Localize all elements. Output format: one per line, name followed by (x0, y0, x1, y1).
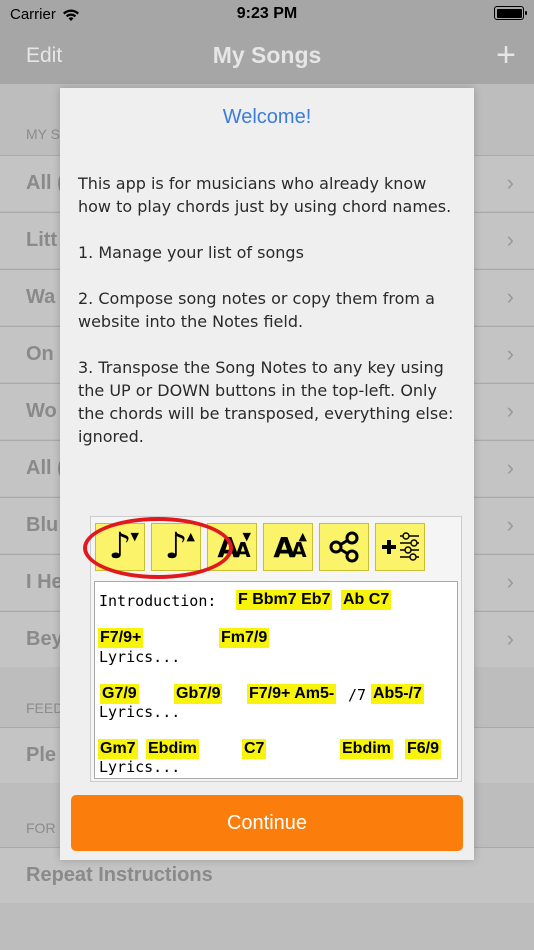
section-header-my-songs: MY S (26, 126, 60, 142)
chord-label: F Bbm7 Eb7 (236, 590, 333, 610)
continue-button[interactable]: Continue (71, 795, 463, 851)
chevron-right-icon: › (506, 626, 514, 651)
chord-label: Fm7/9 (219, 628, 270, 648)
song-title: Wa (26, 286, 56, 308)
chevron-right-icon: › (506, 569, 514, 594)
chevron-right-icon: › (506, 341, 514, 366)
plain-text: /7 (348, 686, 367, 704)
chord-label: Ab C7 (341, 590, 392, 610)
chevron-right-icon: › (506, 284, 514, 309)
chevron-right-icon: › (506, 227, 514, 252)
battery-icon (494, 6, 527, 20)
chevron-right-icon: › (506, 455, 514, 480)
chord-label: F6/9 (405, 739, 442, 759)
add-settings-icon (375, 523, 425, 571)
song-title: On (26, 343, 54, 365)
lyrics-line: Lyrics... (99, 648, 181, 666)
song-title: Bey (26, 628, 63, 650)
highlight-circle (83, 517, 233, 579)
chord-label: Ebdim (146, 739, 199, 759)
add-song-button[interactable]: + (496, 36, 516, 75)
chord-label: G7/9 (100, 684, 139, 704)
demo-screenshot: ♪ ▼ ♪ ▲ AA ▼ AA ▲ Introduction: F Bbm7 E… (83, 516, 462, 782)
chevron-right-icon: › (506, 170, 514, 195)
dialog-title: Welcome! (222, 106, 312, 128)
section-header-feedback: FEED (26, 700, 64, 716)
repeat-instructions-label: Repeat Instructions (26, 864, 213, 886)
page-title: My Songs (212, 42, 322, 68)
chord-label: Gb7/9 (174, 684, 223, 704)
chord-label: F7/9+ (98, 628, 144, 648)
song-title: Blu (26, 514, 59, 536)
demo-toolbar: ♪ ▼ ♪ ▲ AA ▼ AA ▲ (83, 517, 425, 579)
song-title: I He (26, 571, 63, 593)
step-1: 1. Manage your list of songs (78, 243, 304, 262)
lyrics-line: Lyrics... (99, 703, 181, 721)
chord-label: Ebdim (340, 739, 393, 759)
share-icon (319, 523, 369, 571)
song-title: All ( (26, 172, 64, 194)
chord-label: Gm7 (98, 739, 138, 759)
section-header-for: FOR (26, 820, 56, 836)
song-title: Litt (26, 229, 58, 251)
instructions-text: This app is for musicians who already kn… (78, 172, 464, 471)
clock: 9:23 PM (236, 5, 298, 22)
step-3: 3. Transpose the Song Notes to any key u… (78, 358, 454, 446)
welcome-dialog: Welcome! This app is for musicians who a… (60, 88, 474, 860)
notes-preview: Introduction: F Bbm7 Eb7 Ab C7 F7/9+ Fm7… (94, 581, 458, 779)
feedback-label: Ple (26, 744, 57, 766)
chord-label: C7 (242, 739, 267, 759)
step-2: 2. Compose song notes or copy them from … (78, 289, 435, 331)
font-larger-icon: AA ▲ (263, 523, 313, 571)
song-title: Wo (26, 400, 57, 422)
intro-paragraph: This app is for musicians who already kn… (78, 174, 452, 216)
lyrics-line: Lyrics... (99, 758, 181, 776)
chevron-right-icon: › (506, 398, 514, 423)
notes-intro-label: Introduction: (99, 592, 217, 610)
nav-bar: Edit My Songs + (0, 32, 534, 84)
chevron-right-icon: › (506, 512, 514, 537)
status-bar: Carrier 9:23 PM (0, 0, 534, 32)
chord-label: F7/9+ Am5- (247, 684, 337, 704)
chord-label: Ab5-/7 (371, 684, 424, 704)
song-title: All ( (26, 457, 64, 479)
